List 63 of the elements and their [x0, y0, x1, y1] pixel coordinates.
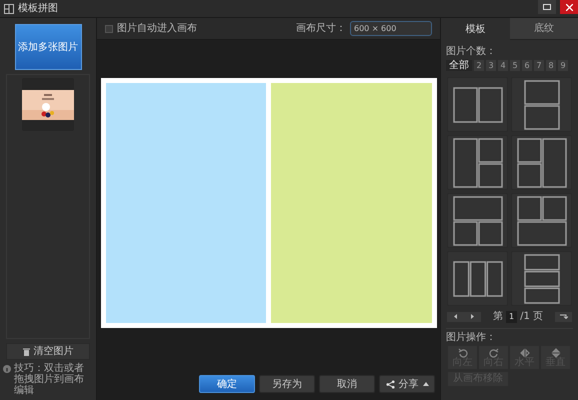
layout-icon	[452, 86, 502, 122]
trash-icon	[22, 348, 30, 356]
clear-images-button[interactable]: 清空图片	[6, 343, 90, 360]
flip-horizontal-icon	[520, 348, 530, 358]
count-filter[interactable]: 全部	[446, 60, 472, 71]
next-button[interactable]	[464, 312, 481, 322]
flip-vertical-icon	[550, 348, 560, 358]
left-arrow-icon	[454, 314, 457, 319]
layout-icon	[452, 196, 502, 246]
count-filter[interactable]: 2	[474, 60, 484, 71]
count-filter[interactable]: 5	[510, 60, 520, 71]
page-prefix: 第	[493, 310, 503, 324]
close-icon	[566, 4, 572, 10]
layout-icon	[452, 138, 502, 188]
template-card[interactable]	[447, 77, 508, 132]
layout-icon	[524, 254, 560, 304]
canvas-size-field[interactable]: 600 × 600	[350, 21, 432, 36]
layout-icon	[524, 80, 560, 130]
share-icon	[386, 380, 394, 388]
tip-text: 技巧：双击或者拖拽图片到画布编辑	[14, 363, 85, 396]
image-ops-label: 图片操作：	[445, 330, 497, 345]
count-filter[interactable]: 9	[558, 60, 568, 71]
page-number-field[interactable]: 1	[506, 310, 518, 322]
template-card[interactable]	[511, 77, 572, 132]
thumbnail-card[interactable]	[22, 78, 74, 131]
template-card[interactable]	[511, 251, 572, 306]
template-card[interactable]	[447, 251, 508, 306]
return-arrow-icon	[560, 314, 568, 319]
template-card[interactable]	[447, 135, 508, 190]
window-title: 模板拼图	[18, 2, 58, 16]
count-filter[interactable]: 4	[498, 60, 508, 71]
count-filter[interactable]: 7	[534, 60, 544, 71]
count-filter[interactable]: 3	[486, 60, 496, 71]
template-card[interactable]	[511, 135, 572, 190]
count-filter[interactable]: 8	[546, 60, 556, 71]
template-card[interactable]	[511, 193, 572, 248]
layout-icon	[516, 196, 566, 246]
close-button[interactable]	[560, 0, 578, 14]
layout-icon	[516, 138, 566, 188]
tip-icon	[3, 365, 11, 373]
canvas-size-label: 画布尺寸：	[296, 22, 346, 36]
count-filter[interactable]: 6	[522, 60, 532, 71]
go-button[interactable]	[555, 312, 572, 322]
caret-up-icon	[422, 382, 428, 386]
app-icon	[4, 4, 14, 14]
template-card[interactable]	[447, 193, 508, 248]
tab[interactable]: 底纹	[510, 18, 578, 40]
auto-canvas-label: 图片自动进入画布	[117, 22, 197, 36]
auto-canvas-checkbox[interactable]	[105, 24, 113, 32]
share-button[interactable]: 分享	[379, 375, 435, 393]
layout-icon	[452, 260, 502, 296]
maximize-icon	[543, 4, 551, 10]
previous-button[interactable]	[447, 312, 464, 322]
action-button[interactable]: 取消	[319, 375, 375, 393]
right-arrow-icon	[471, 314, 474, 319]
add-images-button[interactable]: 添加多张图片	[14, 24, 82, 70]
image-count-label: 图片个数：	[445, 44, 497, 59]
rotate-right-icon	[488, 348, 498, 358]
maximize-button[interactable]	[538, 0, 556, 14]
rotate-left-icon	[458, 348, 468, 358]
ok-button[interactable]: 确定	[199, 375, 255, 393]
action-button[interactable]: 另存为	[259, 375, 315, 393]
page-suffix: /1 页	[520, 310, 544, 324]
